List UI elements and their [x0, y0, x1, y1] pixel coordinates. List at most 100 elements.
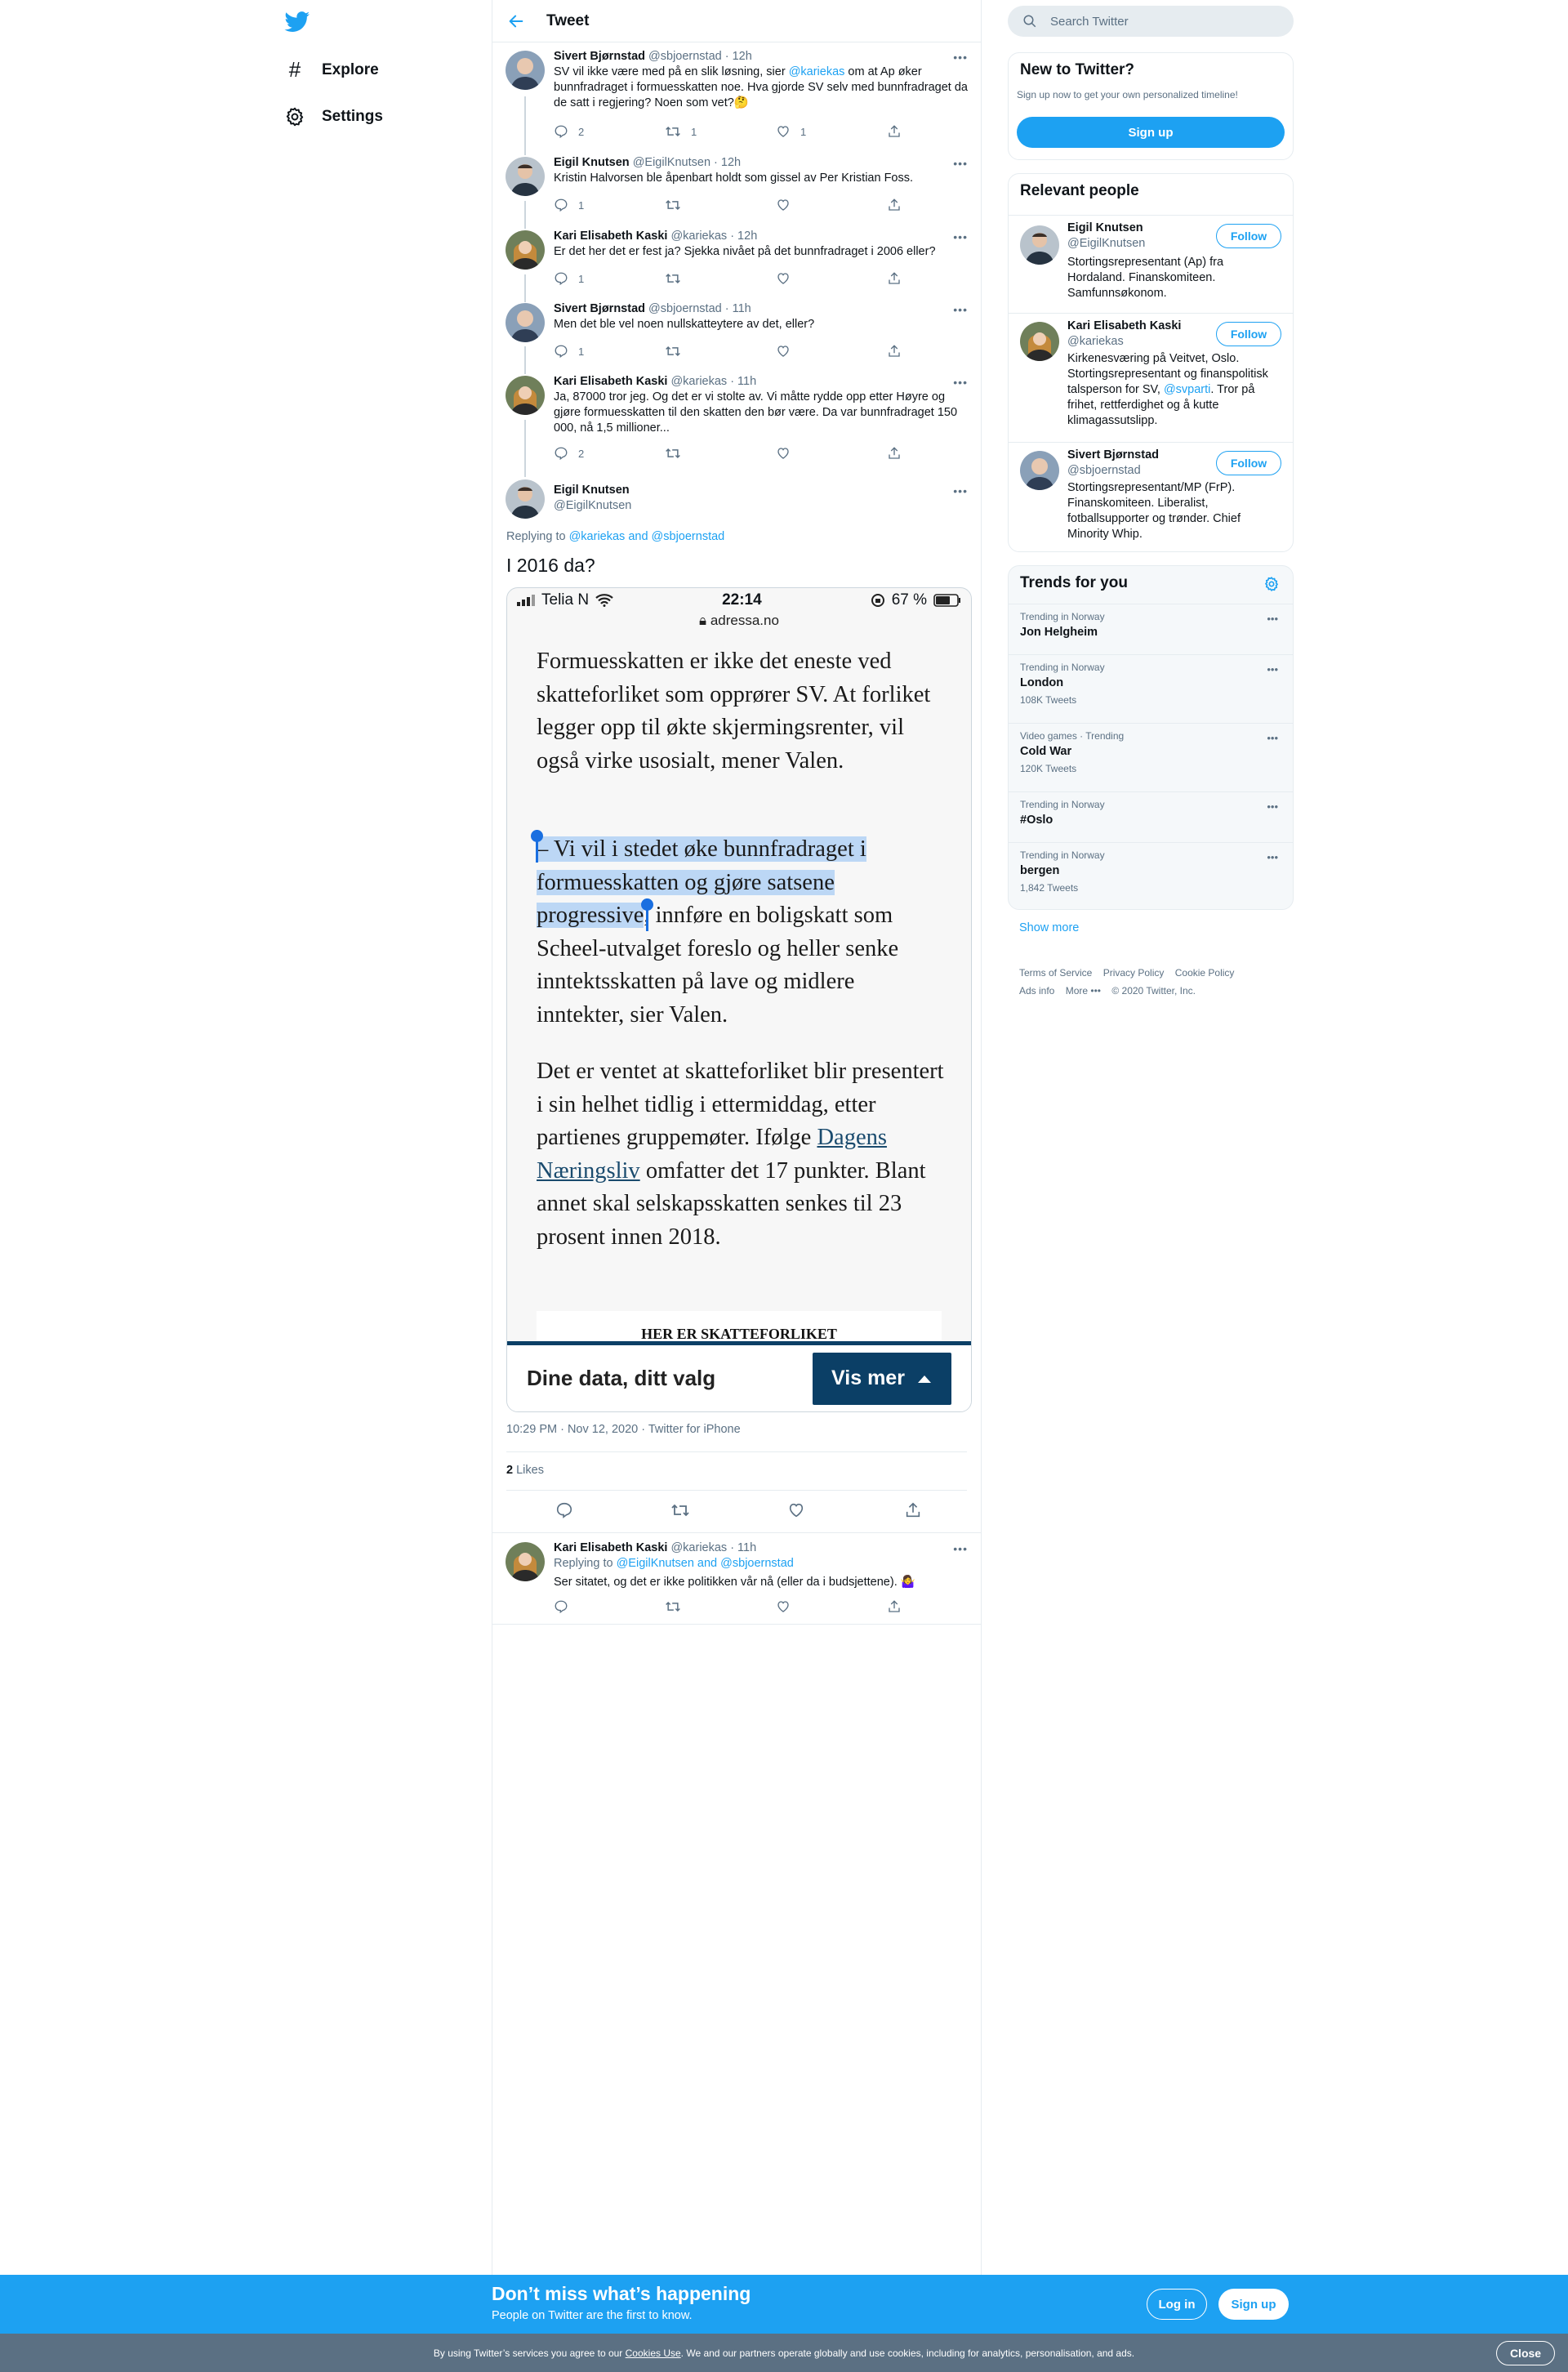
trend-item[interactable]: Trending in Norway #Oslo •••: [1009, 791, 1293, 842]
avatar[interactable]: [506, 1542, 545, 1581]
author-handle[interactable]: @EigilKnutsen: [633, 156, 710, 169]
person-name[interactable]: Sivert Bjørnstad: [1067, 448, 1159, 461]
tweet-time[interactable]: · 11h: [725, 302, 751, 315]
reply-button[interactable]: 1: [554, 198, 584, 212]
likes-stat[interactable]: 2 Likes: [506, 1464, 544, 1477]
like-button[interactable]: [776, 446, 791, 461]
retweet-button[interactable]: [665, 198, 681, 212]
mention-link[interactable]: @kariekas: [789, 65, 845, 78]
terms-link[interactable]: Terms of Service: [1019, 967, 1092, 979]
author-name[interactable]: Eigil Knutsen: [554, 483, 631, 498]
trend-item[interactable]: Trending in Norway Jon Helgheim •••: [1009, 604, 1293, 654]
show-more-link[interactable]: Show more: [1019, 921, 1079, 934]
author-name[interactable]: Eigil Knutsen: [554, 156, 630, 169]
heart-icon[interactable]: [787, 1501, 805, 1519]
replying-to-link[interactable]: @EigilKnutsen and @sbjoernstad: [617, 1557, 794, 1570]
share-button[interactable]: [887, 198, 902, 212]
more-icon[interactable]: •••: [953, 1542, 968, 1555]
ads-info-link[interactable]: Ads info: [1019, 985, 1054, 997]
person-handle[interactable]: @sbjoernstad: [1067, 463, 1159, 479]
share-button[interactable]: [887, 271, 902, 286]
author-handle[interactable]: @sbjoernstad: [648, 302, 722, 315]
avatar[interactable]: [506, 230, 545, 270]
author-name[interactable]: Kari Elisabeth Kaski: [554, 230, 667, 243]
more-icon[interactable]: •••: [1267, 613, 1278, 625]
reply-button[interactable]: 2: [554, 446, 584, 461]
more-icon[interactable]: •••: [1267, 800, 1278, 813]
avatar[interactable]: [1020, 451, 1059, 490]
share-button[interactable]: [887, 344, 902, 359]
follow-button[interactable]: Follow: [1216, 224, 1281, 248]
author-name[interactable]: Sivert Bjørnstad: [554, 50, 645, 63]
avatar[interactable]: [506, 303, 545, 342]
signup-button[interactable]: Sign up: [1017, 117, 1285, 148]
trend-item[interactable]: Trending in Norway London 108K Tweets •••: [1009, 654, 1293, 723]
more-menu[interactable]: More •••: [1066, 985, 1101, 997]
retweet-icon[interactable]: [670, 1501, 690, 1519]
retweet-button[interactable]: 1: [665, 124, 697, 139]
selection-handle-end[interactable]: [641, 898, 653, 931]
more-icon[interactable]: •••: [953, 376, 968, 389]
tweet-time[interactable]: · 12h: [730, 230, 757, 243]
share-icon[interactable]: [904, 1501, 922, 1519]
avatar[interactable]: [506, 479, 545, 519]
signup-button[interactable]: Sign up: [1218, 2289, 1289, 2320]
like-button[interactable]: [776, 198, 791, 212]
author-name[interactable]: Kari Elisabeth Kaski: [554, 375, 667, 388]
tweet-time[interactable]: · 12h: [725, 50, 752, 63]
tweet-image[interactable]: Telia N 22:14 67 % 🔒︎ adressa.no Formues…: [506, 587, 972, 1412]
like-button[interactable]: [776, 344, 791, 359]
more-icon[interactable]: •••: [953, 51, 968, 64]
avatar[interactable]: [1020, 322, 1059, 361]
author-handle[interactable]: @EigilKnutsen: [554, 498, 631, 514]
avatar[interactable]: [506, 157, 545, 196]
retweet-button[interactable]: [665, 344, 681, 359]
more-icon[interactable]: •••: [1267, 732, 1278, 744]
trend-item[interactable]: Trending in Norway bergen 1,842 Tweets •••: [1009, 842, 1293, 911]
more-icon[interactable]: •••: [953, 230, 968, 243]
author-handle[interactable]: @kariekas: [670, 230, 727, 243]
tweet-time[interactable]: · 12h: [714, 156, 741, 169]
nav-settings[interactable]: Settings: [284, 106, 383, 127]
follow-button[interactable]: Follow: [1216, 322, 1281, 346]
cookies-use-link[interactable]: Cookies Use: [626, 2347, 681, 2359]
tweet-time[interactable]: · 11h: [730, 1541, 756, 1554]
back-arrow-icon[interactable]: [507, 12, 525, 30]
retweet-button[interactable]: [665, 1599, 681, 1614]
more-icon[interactable]: •••: [953, 303, 968, 316]
more-icon[interactable]: •••: [1267, 851, 1278, 863]
trend-item[interactable]: Video games · Trending Cold War 120K Tweet…: [1009, 723, 1293, 791]
avatar[interactable]: [506, 51, 545, 90]
person-handle[interactable]: @kariekas: [1067, 334, 1181, 350]
author-handle[interactable]: @kariekas: [670, 1541, 727, 1554]
login-button[interactable]: Log in: [1147, 2289, 1207, 2320]
person-name[interactable]: Kari Elisabeth Kaski: [1067, 319, 1181, 332]
reply-icon[interactable]: [555, 1501, 573, 1519]
cookie-link[interactable]: Cookie Policy: [1175, 967, 1235, 979]
reply-button[interactable]: 2: [554, 124, 584, 139]
like-button[interactable]: [776, 1599, 791, 1614]
more-icon[interactable]: •••: [953, 484, 968, 497]
more-icon[interactable]: •••: [953, 157, 968, 170]
nav-explore[interactable]: # Explore: [284, 57, 379, 82]
close-button[interactable]: Close: [1496, 2341, 1555, 2365]
person-item[interactable]: Eigil Knutsen @EigilKnutsen Follow Storti…: [1009, 215, 1293, 313]
retweet-button[interactable]: [665, 446, 681, 461]
reply-button[interactable]: [554, 1599, 568, 1614]
twitter-logo-icon[interactable]: [284, 11, 310, 33]
person-handle[interactable]: @EigilKnutsen: [1067, 236, 1145, 252]
author-handle[interactable]: @kariekas: [670, 375, 727, 388]
more-icon[interactable]: •••: [1267, 663, 1278, 675]
search-input[interactable]: Search Twitter: [1008, 6, 1294, 37]
replying-to-link[interactable]: @kariekas and @sbjoernstad: [569, 530, 725, 543]
author-name[interactable]: Sivert Bjørnstad: [554, 302, 645, 315]
share-button[interactable]: [887, 1599, 902, 1614]
show-more-button[interactable]: Vis mer: [813, 1352, 951, 1405]
person-name[interactable]: Eigil Knutsen: [1067, 221, 1143, 234]
avatar[interactable]: [506, 376, 545, 415]
share-button[interactable]: [887, 124, 902, 139]
gear-icon[interactable]: [1263, 576, 1280, 592]
share-button[interactable]: [887, 446, 902, 461]
privacy-link[interactable]: Privacy Policy: [1103, 967, 1165, 979]
selection-handle-start[interactable]: [531, 830, 543, 863]
